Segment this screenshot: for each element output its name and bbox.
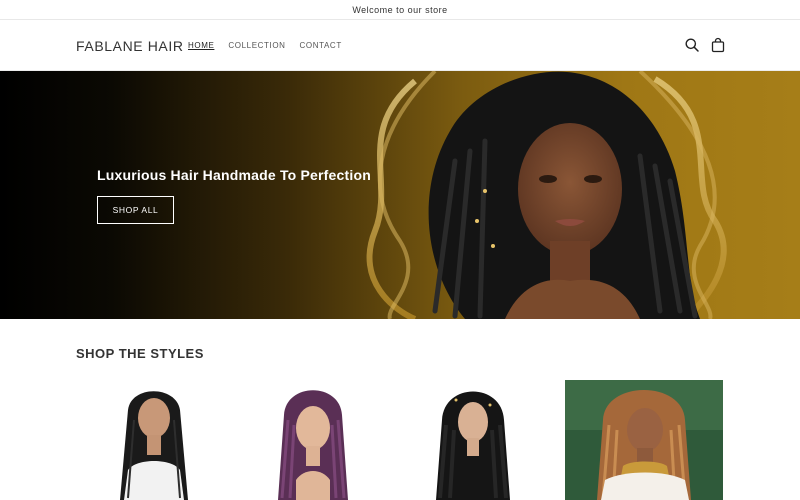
product-card-straight-back-braids[interactable] [76,380,234,500]
nav-contact-link[interactable]: CONTACT [300,41,342,50]
announcement-bar: Welcome to our store [0,0,800,20]
nav-collection-link[interactable]: COLLECTION [228,41,285,50]
product-image [565,380,723,500]
store-logo[interactable]: FABLANE HAIR [76,38,184,54]
main-nav: HOME COLLECTION CONTACT [188,41,342,50]
site-header: FABLANE HAIR HOME COLLECTION CONTACT [0,20,800,71]
shop-all-button[interactable]: SHOP ALL [97,196,174,224]
nav-home-link[interactable]: HOME [188,41,214,50]
product-card-faux-locs[interactable] [394,380,552,500]
product-image [76,380,234,500]
product-card-purple-box-braids[interactable] [234,380,392,500]
product-image [234,380,392,500]
hero-title: Luxurious Hair Handmade To Perfection [97,167,371,183]
product-card-honey-blonde-braids[interactable] [565,380,723,500]
announcement-text: Welcome to our store [352,4,448,15]
hero-banner: Luxurious Hair Handmade To Perfection SH… [0,71,800,319]
search-icon[interactable] [684,37,700,53]
hero-model-image [366,71,727,319]
product-image [394,380,552,500]
cart-icon[interactable] [710,37,726,53]
section-title: SHOP THE STYLES [76,346,204,361]
